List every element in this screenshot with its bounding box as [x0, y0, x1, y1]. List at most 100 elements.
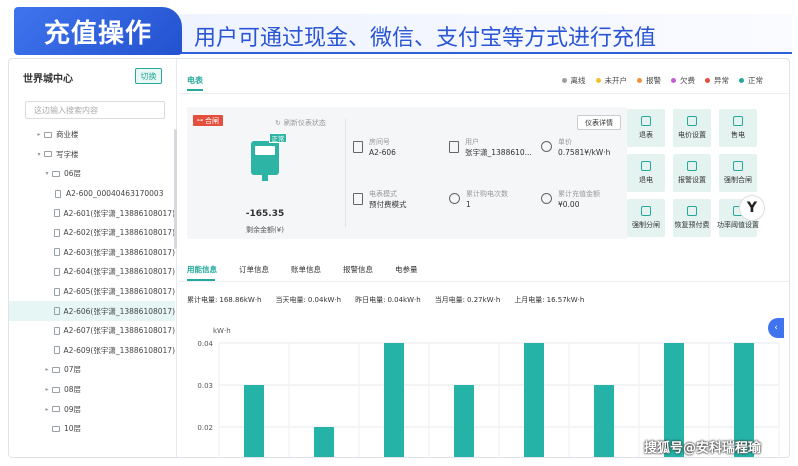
- legend-label: 异常: [714, 76, 729, 85]
- tab-meter[interactable]: 电表: [187, 75, 203, 86]
- bar: [454, 385, 474, 457]
- action-icon: [733, 161, 743, 171]
- action-label: 功率阈值设置: [717, 221, 759, 229]
- chevron-down-icon[interactable]: ▾: [43, 170, 51, 177]
- status-badge: 正常: [269, 133, 287, 143]
- tree-meter-item[interactable]: A2-607(张宇潇_13886108017): [9, 321, 175, 341]
- refresh-status-link[interactable]: ↻ 刷新仪表状态: [275, 118, 326, 128]
- subtab-4[interactable]: 电参量: [395, 264, 418, 275]
- tree-item-label: A2-607(张宇潇_13886108017): [63, 326, 175, 336]
- bar: [594, 385, 614, 457]
- field-value: 预付费模式: [369, 200, 407, 209]
- folder-icon: [51, 385, 61, 394]
- alarm-setting-button[interactable]: 报警设置: [673, 154, 711, 192]
- tree-meter-item[interactable]: A2-603(张宇潇_13886108017): [9, 243, 175, 263]
- tree-item-label: A2-601(张宇潇_13886108017): [63, 208, 175, 218]
- meter-icon: [251, 141, 279, 181]
- tree-folder[interactable]: ▸ 09层: [9, 399, 175, 419]
- legend-item: 报警: [637, 75, 661, 86]
- force-open-button[interactable]: 强制分闸: [627, 199, 665, 237]
- tree-meter-item[interactable]: A2-602(张宇潇_13886108017): [9, 223, 175, 243]
- action-icon: [687, 206, 697, 216]
- field-value: ¥0.00: [558, 200, 580, 209]
- refresh-label: 刷新仪表状态: [283, 119, 326, 127]
- field-value: A2-606: [369, 148, 396, 157]
- tree-item-label: 10层: [64, 424, 82, 434]
- chevron-right-icon[interactable]: ▸: [43, 406, 51, 413]
- refresh-icon: ↻: [275, 119, 281, 127]
- action-label: 强制分闸: [632, 221, 660, 229]
- action-label: 退表: [639, 131, 653, 139]
- meter-icon: [53, 326, 60, 335]
- restore-prepaid-button[interactable]: 恢复预付费: [673, 199, 711, 237]
- tree-meter-item[interactable]: A2-601(张宇潇_13886108017): [9, 203, 175, 223]
- stat-item: 上月电量: 16.57kW·h: [514, 295, 584, 305]
- field-value: 张宇潇_1388610...: [465, 148, 532, 157]
- tree-folder[interactable]: ▸ 商业楼: [9, 125, 175, 145]
- tree-folder[interactable]: ▸ 07层: [9, 360, 175, 380]
- action-label: 退电: [639, 176, 653, 184]
- stat-label: 当月电量:: [434, 296, 466, 304]
- meter-icon: [53, 346, 60, 355]
- balance-label: 剩余金额(¥): [246, 226, 284, 234]
- field-value: 1: [466, 200, 471, 209]
- status-dot-icon: [739, 78, 744, 83]
- price-setting-button[interactable]: 电价设置: [673, 109, 711, 147]
- chevron-right-icon[interactable]: ▸: [43, 366, 51, 373]
- tree-meter-item[interactable]: A2-609(张宇潇_13886108017): [9, 341, 175, 361]
- door-icon: [353, 141, 363, 153]
- meter-icon: [53, 209, 60, 218]
- legend-label: 欠费: [680, 76, 695, 85]
- action-icon: [641, 161, 651, 171]
- tree-folder[interactable]: ▾ 06层: [9, 164, 175, 184]
- tree-meter-item[interactable]: A2-606(张宇潇_13886108017): [9, 301, 175, 321]
- field-label: 累计充值金额: [558, 190, 600, 198]
- force-close-button[interactable]: 强制合闸: [719, 154, 757, 192]
- tab-indicator: [187, 89, 203, 91]
- meter-info-panel: ⊶ 合闸 ↻ 刷新仪表状态 正常 -165.35 剩余金额(¥) 仪表详情 房间号 A…: [187, 107, 627, 239]
- search-input[interactable]: [25, 101, 165, 119]
- y-axis-unit: kW·h: [213, 327, 231, 335]
- tree-meter-item[interactable]: A2-604(张宇潇_13886108017): [9, 262, 175, 282]
- tree-item-label: A2-606(张宇潇_13886108017): [63, 306, 175, 316]
- tree-meter-item[interactable]: A2-600_00040463170003: [9, 184, 175, 204]
- stat-value: 0.04kW·h: [307, 296, 342, 304]
- main-content: 电表 离线 未开户 报警 欠费 异常 正常 ⊶ 合闸 ↻ 刷新仪表状态 正常 -165.35 …: [179, 59, 789, 457]
- folder-icon: [51, 405, 61, 414]
- status-dot-icon: [595, 78, 601, 83]
- refund-power-button[interactable]: 退电: [627, 154, 665, 192]
- subtab-1[interactable]: 订单信息: [239, 264, 269, 275]
- chevron-right-icon[interactable]: ▸: [35, 131, 43, 138]
- tree-meter-item[interactable]: A2-605(张宇潇_13886108017): [9, 282, 175, 302]
- subtab-0[interactable]: 用能信息: [187, 264, 217, 275]
- tree-folder[interactable]: 10层: [9, 419, 175, 439]
- tree-folder[interactable]: ▾ 写字楼: [9, 145, 175, 165]
- action-label: 恢复预付费: [674, 221, 710, 229]
- tree-folder[interactable]: ▸ 08层: [9, 380, 175, 400]
- legend-item: 异常: [705, 75, 729, 86]
- action-icon: [733, 116, 743, 126]
- y-tick-label: 0.03: [197, 382, 213, 390]
- action-icon: [687, 116, 697, 126]
- chevron-right-icon[interactable]: ▸: [43, 386, 51, 393]
- action-label: 售电: [731, 131, 745, 139]
- y-tick-label: 0.02: [197, 424, 213, 432]
- chevron-down-icon[interactable]: ▾: [35, 151, 43, 158]
- sidebar-scrollbar[interactable]: [174, 129, 177, 249]
- meter-icon: [53, 228, 60, 237]
- field-label: 房间号: [369, 138, 390, 146]
- float-assistant-icon[interactable]: Y: [739, 195, 765, 221]
- stat-item: 当天电量: 0.04kW·h: [276, 295, 342, 305]
- chevron-left-icon[interactable]: ‹: [768, 318, 784, 338]
- return-meter-button[interactable]: 退表: [627, 109, 665, 147]
- meter-detail-button[interactable]: 仪表详情: [577, 115, 621, 130]
- field-label: 累计购电次数: [466, 190, 508, 198]
- status-dot-icon: [637, 78, 642, 83]
- subtab-2[interactable]: 账单信息: [291, 264, 321, 275]
- sell-power-button[interactable]: 售电: [719, 109, 757, 147]
- meter-icon: [53, 307, 60, 316]
- tree-item-label: A2-602(张宇潇_13886108017): [63, 228, 175, 238]
- tree-item-label: A2-604(张宇潇_13886108017): [63, 267, 175, 277]
- subtab-3[interactable]: 报警信息: [343, 264, 373, 275]
- switch-button[interactable]: 切换: [135, 68, 162, 84]
